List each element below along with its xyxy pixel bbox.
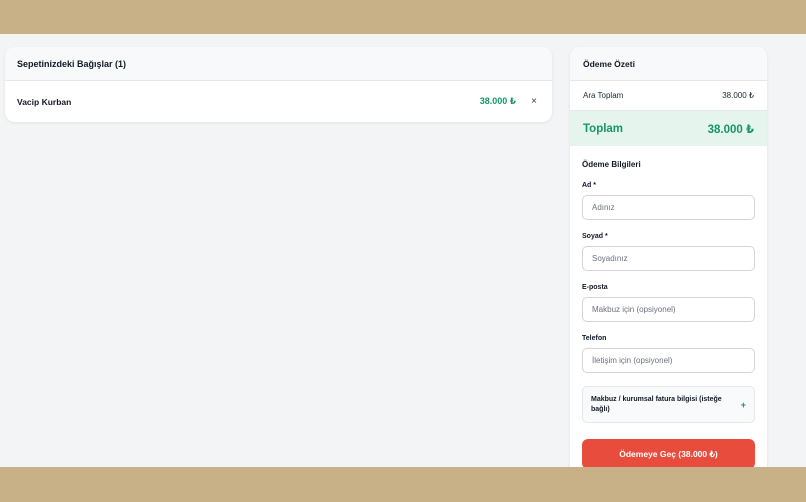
total-value: 38.000 ₺ (707, 123, 754, 136)
subtotal-value: 38.000 ₺ (722, 91, 754, 100)
cart-item: Vacip Kurban 38.000 ₺ × (5, 81, 552, 122)
total-row: Toplam 38.000 ₺ (570, 111, 767, 146)
cart-title: Sepetinizdeki Bağışlar (1) (5, 47, 552, 81)
checkout-button[interactable]: Ödemeye Geç (38.000 ₺) (582, 439, 755, 469)
email-label: E-posta (582, 284, 608, 291)
total-label: Toplam (583, 122, 624, 135)
top-band (0, 0, 806, 34)
phone-input[interactable] (582, 348, 755, 373)
subtotal-row: Ara Toplam 38.000 ₺ (570, 81, 767, 111)
email-input[interactable] (582, 297, 755, 322)
plus-icon: + (740, 399, 746, 410)
bottom-band (0, 467, 806, 502)
phone-label: Telefon (582, 335, 607, 342)
cart-panel: Sepetinizdeki Bağışlar (1) Vacip Kurban … (5, 47, 552, 122)
cart-item-name: Vacip Kurban (17, 96, 72, 107)
last-name-label: Soyad * (582, 233, 608, 240)
cart-item-amount: 38.000 ₺ (479, 96, 516, 106)
first-name-label: Ad * (582, 182, 596, 189)
summary-title: Ödeme Özeti (570, 47, 767, 81)
first-name-input[interactable] (582, 195, 755, 220)
payment-form: Ödeme Bilgileri Ad * Soyad * E-posta Tel… (570, 160, 767, 469)
payment-title: Ödeme Bilgileri (582, 160, 641, 169)
remove-item-icon[interactable]: × (528, 96, 540, 107)
invoice-toggle-label: Makbuz / kurumsal fatura bilgisi (isteğe… (591, 395, 722, 413)
subtotal-label: Ara Toplam (583, 91, 624, 100)
summary-panel: Ödeme Özeti Ara Toplam 38.000 ₺ Toplam 3… (570, 47, 767, 487)
last-name-input[interactable] (582, 246, 755, 271)
invoice-toggle[interactable]: Makbuz / kurumsal fatura bilgisi (isteğe… (582, 386, 755, 423)
